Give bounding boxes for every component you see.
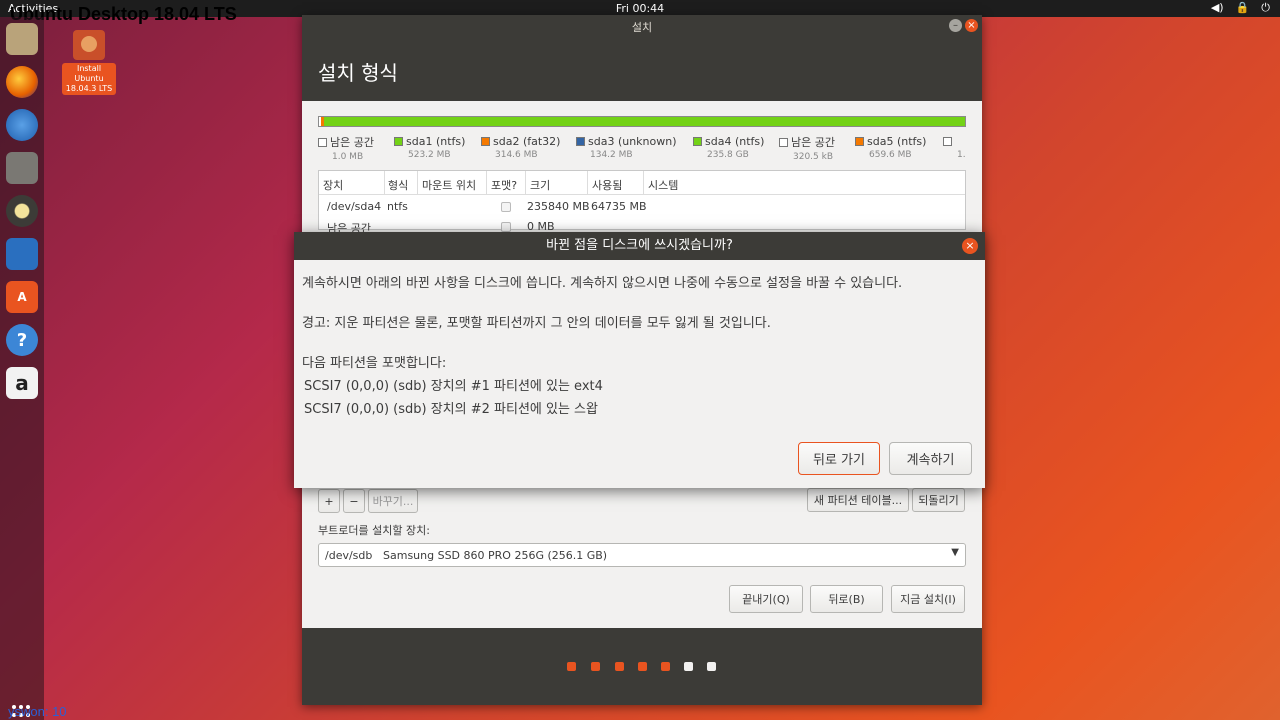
row-device: /dev/sda4 (327, 200, 382, 213)
progress-dot (567, 662, 576, 671)
bootloader-device: /dev/sdb (325, 549, 373, 562)
progress-dot (615, 662, 624, 671)
rhythmbox-icon[interactable] (6, 195, 38, 227)
close-icon[interactable]: × (962, 238, 978, 254)
desktop-icon-label: Install Ubuntu 18.04.3 LTS (62, 63, 116, 95)
legend-swatch (779, 138, 788, 147)
column-header[interactable]: 형식 (388, 177, 408, 193)
change-partition-button[interactable]: 바꾸기... (368, 489, 418, 513)
page-title: 설치 형식 (318, 61, 398, 85)
progress-dot (707, 662, 716, 671)
system-tray[interactable]: ◀) 🔒 ⏻ (1211, 1, 1270, 15)
legend-item: 1.0 (943, 134, 966, 160)
legend-swatch (481, 137, 490, 146)
new-partition-table-button[interactable]: 새 파티션 테이블... (807, 488, 909, 512)
help-icon[interactable]: ? (6, 324, 38, 356)
dialog-format-item: SCSI7 (0,0,0) (sdb) 장치의 #1 파티션에 있는 ext4 (304, 379, 603, 394)
quit-button[interactable]: 끝내기(Q) (729, 585, 803, 613)
dialog-message: 계속하시면 아래의 바뀐 사항을 디스크에 씁니다. 계속하지 않으시면 나중에… (302, 276, 903, 291)
dialog-warning: 경고: 지운 파티션은 물론, 포맷할 파티션까지 그 안의 데이터를 모두 잃… (302, 316, 771, 331)
volume-icon[interactable]: ◀) (1211, 1, 1224, 15)
power-icon[interactable]: ⏻ (1261, 1, 1270, 15)
progress-dot (591, 662, 600, 671)
window-titlebar: 설치 – × 설치 형식 (302, 15, 982, 101)
bottom-label: yswon: 10 (8, 704, 67, 719)
legend-swatch (576, 137, 585, 146)
dialog-title: 바뀐 점을 디스크에 쓰시겠습니까? (294, 232, 985, 260)
legend-swatch (943, 137, 952, 146)
bootloader-label: 부트로더를 설치할 장치: (318, 524, 430, 537)
software-icon[interactable]: A (6, 281, 38, 313)
progress-dot (661, 662, 670, 671)
remove-partition-button[interactable]: − (343, 489, 365, 513)
add-partition-button[interactable]: + (318, 489, 340, 513)
revert-button[interactable]: 되돌리기 (912, 488, 965, 512)
legend-item: 남은 공간 1.0 MB (318, 134, 374, 162)
firefox-icon[interactable] (6, 66, 38, 98)
chevron-down-icon: ▼ (951, 547, 959, 558)
legend-item: sda4 (ntfs) 235.8 GB (693, 134, 764, 160)
legend-item: sda5 (ntfs) 659.6 MB (855, 134, 926, 160)
partition-bar (318, 116, 966, 127)
legend-item: sda2 (fat32) 314.6 MB (481, 134, 560, 160)
legend-swatch (693, 137, 702, 146)
bootloader-device-desc: Samsung SSD 860 PRO 256G (256.1 GB) (383, 549, 608, 562)
legend-item: 남은 공간 320.5 kB (779, 134, 835, 162)
column-header[interactable]: 사용됨 (592, 177, 622, 193)
minimize-icon[interactable]: – (949, 19, 962, 32)
installer-icon[interactable] (6, 23, 38, 55)
table-header: 장치 형식 마운트 위치 포맷? 크기 사용됨 시스템 (319, 171, 965, 195)
column-header[interactable]: 포맷? (491, 177, 517, 193)
back-button[interactable]: 뒤로(B) (810, 585, 883, 613)
progress-dot (638, 662, 647, 671)
continue-button[interactable]: 계속하기 (889, 442, 972, 475)
writer-icon[interactable] (6, 238, 38, 270)
legend-swatch (318, 138, 327, 147)
bootloader-device-select[interactable]: /dev/sdb Samsung SSD 860 PRO 256G (256.1… (318, 543, 966, 567)
install-now-button[interactable]: 지금 설치(I) (891, 585, 965, 613)
thunderbird-icon[interactable] (6, 109, 38, 141)
confirm-dialog: 바뀐 점을 디스크에 쓰시겠습니까? × 계속하시면 아래의 바뀐 사항을 디스… (294, 232, 985, 488)
dialog-format-heading: 다음 파티션을 포맷합니다: (302, 356, 447, 371)
column-header[interactable]: 시스템 (648, 177, 678, 193)
legend-swatch (855, 137, 864, 146)
window-title: 설치 (631, 21, 653, 34)
amazon-icon[interactable]: a (6, 367, 38, 399)
format-checkbox[interactable] (501, 202, 511, 212)
progress-dot (684, 662, 693, 671)
column-header[interactable]: 마운트 위치 (422, 177, 476, 193)
column-header[interactable]: 크기 (530, 177, 550, 193)
files-icon[interactable] (6, 152, 38, 184)
row-type: ntfs (387, 200, 408, 213)
column-header[interactable]: 장치 (323, 177, 343, 193)
legend-swatch (394, 137, 403, 146)
installer-icon (73, 30, 105, 60)
dock: A ? a (0, 17, 44, 720)
format-checkbox[interactable] (501, 222, 511, 232)
lock-icon[interactable]: 🔒 (1236, 1, 1250, 15)
legend-item: sda1 (ntfs) 523.2 MB (394, 134, 465, 160)
overlay-title: Ubuntu Desktop 18.04 LTS (10, 4, 237, 24)
go-back-button[interactable]: 뒤로 가기 (798, 442, 880, 475)
partition-table[interactable]: 장치 형식 마운트 위치 포맷? 크기 사용됨 시스템 /dev/sda4 nt… (318, 170, 966, 235)
legend-item: sda3 (unknown) 134.2 MB (576, 134, 677, 160)
partition-legend: 남은 공간 1.0 MB sda1 (ntfs) 523.2 MB sda2 (fa… (318, 134, 966, 168)
row-used: 64735 MB (591, 200, 647, 213)
row-size: 235840 MB (527, 200, 590, 213)
desktop-install-ubuntu[interactable]: Install Ubuntu 18.04.3 LTS (62, 30, 116, 95)
close-icon[interactable]: × (965, 19, 978, 32)
dialog-format-item: SCSI7 (0,0,0) (sdb) 장치의 #2 파티션에 있는 스왑 (304, 402, 598, 417)
